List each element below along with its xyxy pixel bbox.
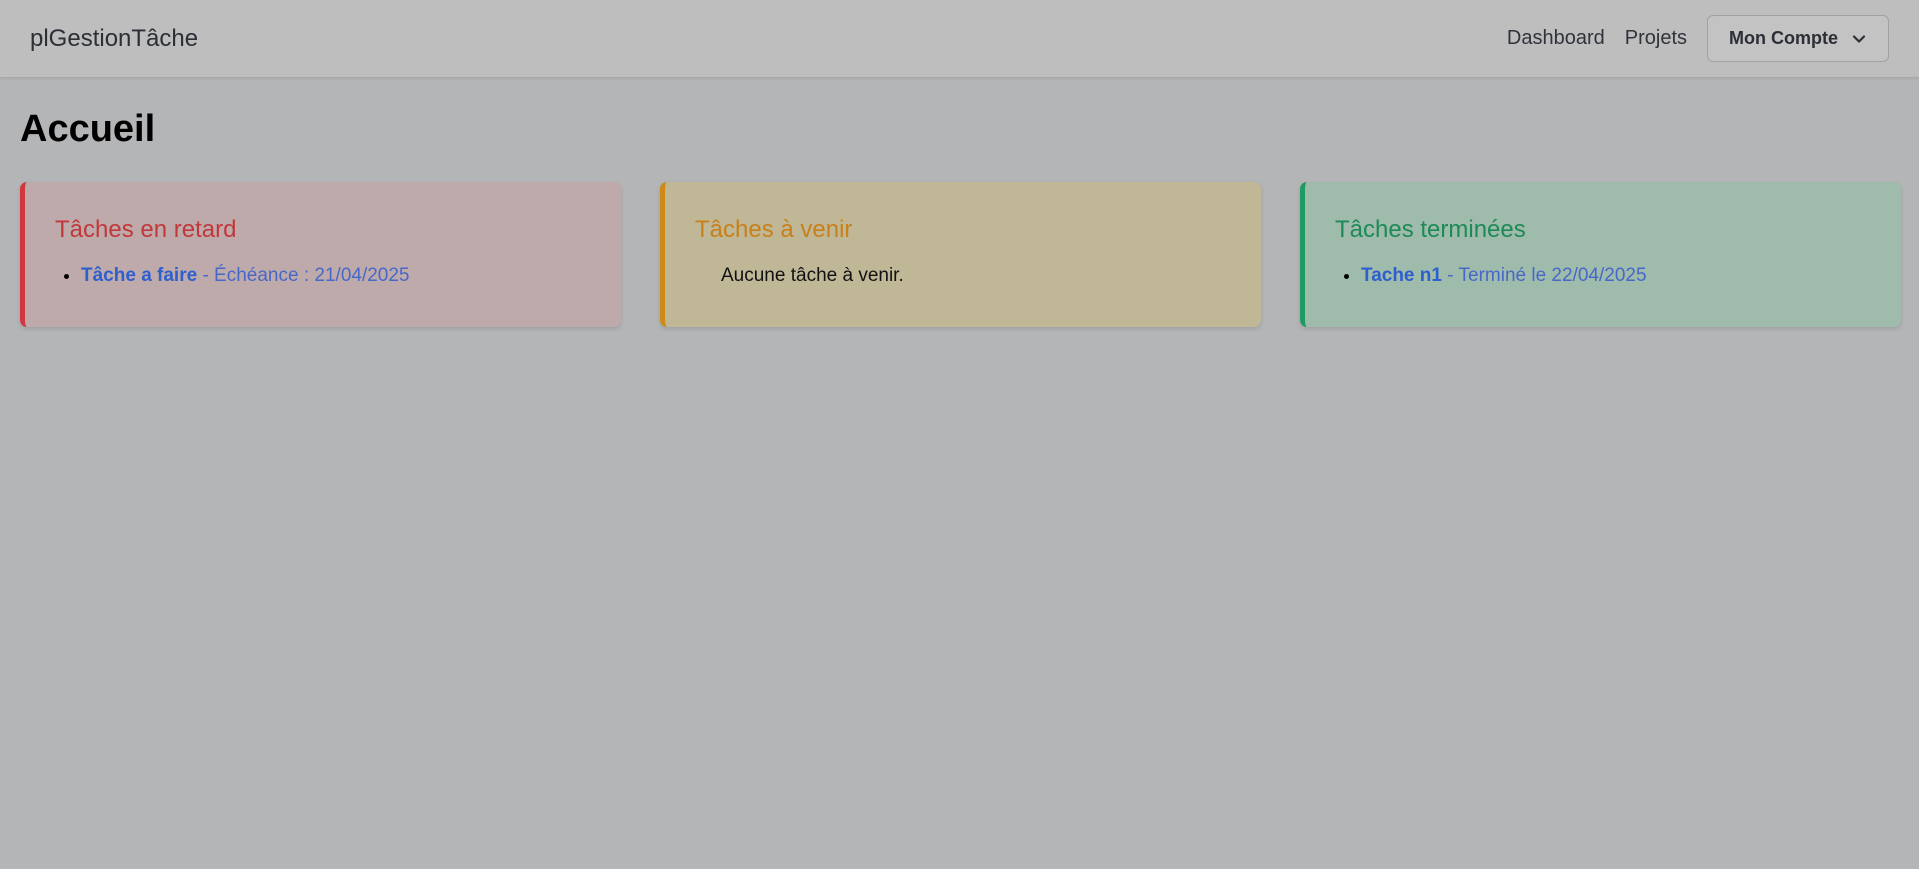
brand-title[interactable]: plGestionTâche <box>30 25 198 53</box>
upcoming-tasks-card: Tâches à venir Aucune tâche à venir. <box>660 182 1261 327</box>
page-title: Accueil <box>20 108 156 150</box>
account-button-label: Mon Compte <box>1729 28 1838 48</box>
upcoming-tasks-title: Tâches à venir <box>695 216 853 243</box>
late-tasks-card: Tâches en retard Tâche a faire - Échéanc… <box>20 182 621 327</box>
task-link[interactable]: Tache n1 <box>1361 265 1442 286</box>
nav-link-dashboard[interactable]: Dashboard <box>1507 27 1605 50</box>
late-tasks-title: Tâches en retard <box>55 216 237 243</box>
empty-state-text: Aucune tâche à venir. <box>721 265 904 286</box>
task-link[interactable]: Tâche a faire <box>81 265 197 286</box>
account-dropdown-button[interactable]: Mon Compte <box>1707 15 1889 62</box>
chevron-down-icon <box>1852 32 1866 46</box>
task-completed-date: - Terminé le 22/04/2025 <box>1441 265 1647 286</box>
list-item: Tâche a faire - Échéance : 21/04/2025 <box>81 265 591 287</box>
completed-tasks-list: Tache n1 - Terminé le 22/04/2025 <box>1335 265 1871 287</box>
nav-links: Dashboard Projets Mon Compte <box>1507 15 1889 62</box>
completed-tasks-title: Tâches terminées <box>1335 216 1526 243</box>
task-due-date: - Échéance : 21/04/2025 <box>197 265 410 286</box>
nav-link-projets[interactable]: Projets <box>1625 27 1687 50</box>
top-navbar: plGestionTâche Dashboard Projets Mon Com… <box>0 0 1919 78</box>
completed-tasks-card: Tâches terminées Tache n1 - Terminé le 2… <box>1300 182 1901 327</box>
list-item: Tache n1 - Terminé le 22/04/2025 <box>1361 265 1871 287</box>
late-tasks-list: Tâche a faire - Échéance : 21/04/2025 <box>55 265 591 287</box>
